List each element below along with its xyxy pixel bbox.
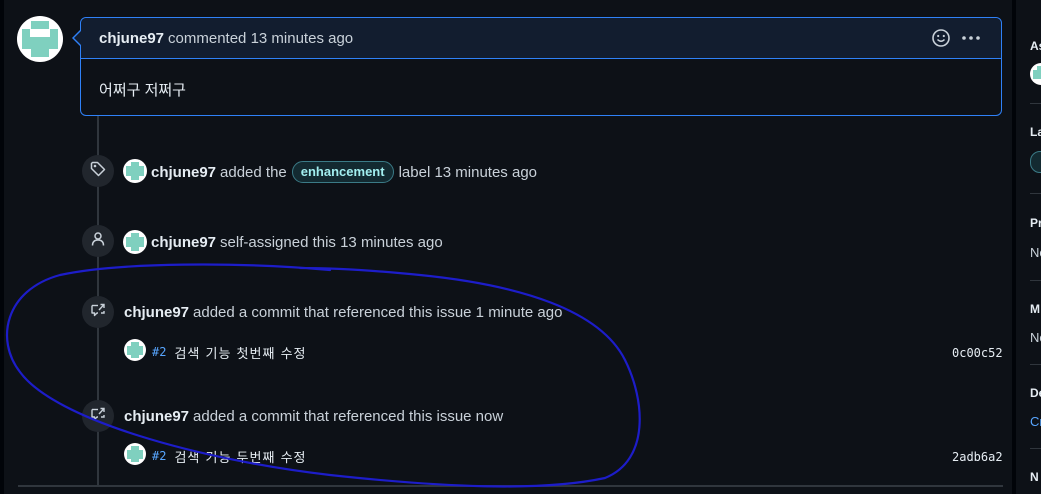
- comment-body: 어쩌구 저쩌구: [99, 82, 186, 99]
- person-icon: [90, 231, 106, 252]
- comment-box: chjune97 commented 13 minutes ago 어쩌구 저쩌…: [72, 17, 1002, 116]
- commit-avatar[interactable]: [124, 339, 146, 361]
- comment-author-link[interactable]: chjune97: [99, 30, 164, 47]
- event-author-link[interactable]: chjune97: [124, 408, 189, 425]
- assign-event: chjune97 self-assigned this 13 minutes a…: [151, 230, 443, 254]
- sidebar-heading-projects[interactable]: Pr: [1030, 216, 1041, 230]
- commit-issue-link[interactable]: #2: [152, 449, 166, 463]
- sidebar-divider: [1030, 193, 1041, 194]
- commit-row[interactable]: #2 검색 기능 두번째 수정: [152, 447, 307, 466]
- comment-timestamp[interactable]: commented 13 minutes ago: [168, 30, 353, 47]
- timeline-badge: [82, 296, 114, 328]
- commit-sha[interactable]: 0c00c52: [952, 346, 1003, 360]
- issue-sidebar: As La Pr No M No De Cr N: [1016, 0, 1041, 494]
- comment-header: chjune97 commented 13 minutes ago: [81, 18, 1001, 59]
- smiley-icon[interactable]: [931, 28, 951, 52]
- commit-event: chjune97 added a commit that referenced …: [124, 404, 503, 428]
- timeline-badge: [82, 155, 114, 187]
- sidebar-divider: [1030, 364, 1041, 365]
- commit-event: chjune97 added a commit that referenced …: [124, 300, 562, 324]
- commit-message[interactable]: 검색 기능 첫번째 수정: [174, 343, 306, 362]
- event-author-link[interactable]: chjune97: [151, 164, 216, 181]
- event-author-link[interactable]: chjune97: [151, 234, 216, 251]
- label-badge[interactable]: enhancement: [291, 161, 394, 183]
- sidebar-heading-labels[interactable]: La: [1030, 125, 1041, 139]
- window-frame-left: [0, 0, 4, 494]
- sidebar-create-branch-link[interactable]: Cr: [1030, 414, 1041, 429]
- event-text: label 13 minutes ago: [398, 163, 538, 181]
- sidebar-milestone-value: No: [1030, 330, 1041, 345]
- sidebar-divider: [1030, 448, 1041, 449]
- cross-reference-icon: [90, 406, 106, 427]
- sidebar-divider: [1030, 103, 1041, 104]
- event-author-link[interactable]: chjune97: [124, 304, 189, 321]
- event-text: added a commit that referenced this issu…: [193, 407, 504, 425]
- timeline-badge: [82, 400, 114, 432]
- event-avatar[interactable]: [123, 159, 147, 183]
- commit-message[interactable]: 검색 기능 두번째 수정: [174, 447, 306, 466]
- comment-actions: [931, 28, 981, 52]
- avatar[interactable]: [17, 16, 63, 62]
- sidebar-heading-development[interactable]: De: [1030, 386, 1041, 400]
- commit-avatar[interactable]: [124, 443, 146, 465]
- event-avatar[interactable]: [123, 230, 147, 254]
- commit-issue-link[interactable]: #2: [152, 345, 166, 359]
- sidebar-divider: [1030, 280, 1041, 281]
- tag-icon: [90, 161, 106, 182]
- sidebar-assignee-avatar[interactable]: [1030, 63, 1041, 85]
- sidebar-label-badge[interactable]: [1030, 151, 1041, 173]
- event-text: self-assigned this 13 minutes ago: [220, 233, 443, 251]
- label-event: chjune97 added the enhancement label 13 …: [151, 160, 537, 184]
- timeline-bottom-divider: [18, 485, 1003, 487]
- event-text: added the: [220, 163, 287, 181]
- timeline-badge: [82, 225, 114, 257]
- event-text: added a commit that referenced this issu…: [193, 303, 563, 321]
- comment-caret-fill: [74, 30, 82, 46]
- commit-row[interactable]: #2 검색 기능 첫번째 수정: [152, 343, 307, 362]
- cross-reference-icon: [90, 302, 106, 323]
- sidebar-heading-assignees[interactable]: As: [1030, 39, 1041, 53]
- sidebar-projects-value: No: [1030, 245, 1041, 260]
- kebab-horizontal-icon[interactable]: [961, 28, 981, 52]
- sidebar-heading-notifications[interactable]: N: [1030, 470, 1039, 484]
- sidebar-heading-milestone[interactable]: M: [1030, 302, 1040, 316]
- commit-sha[interactable]: 2adb6a2: [952, 450, 1003, 464]
